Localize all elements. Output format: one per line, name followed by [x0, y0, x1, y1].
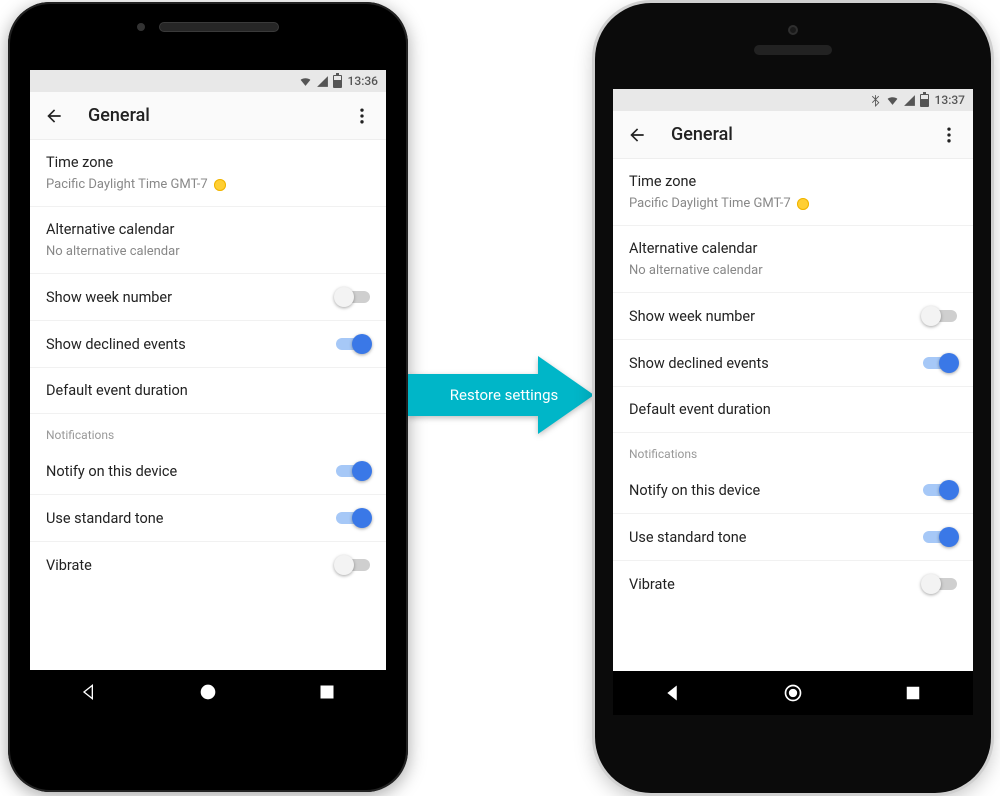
front-camera	[137, 23, 145, 31]
row-default-event-duration[interactable]: Default event duration	[30, 368, 386, 414]
bluetooth-icon	[869, 94, 882, 107]
row-altcal-value: No alternative calendar	[46, 244, 370, 259]
nav-home-icon[interactable]	[783, 683, 803, 703]
row-alternative-calendar[interactable]: Alternative calendar No alternative cale…	[613, 226, 973, 293]
nav-recent-icon[interactable]	[317, 682, 337, 702]
row-week-number-label: Show week number	[629, 308, 923, 325]
row-timezone[interactable]: Time zone Pacific Daylight Time GMT-7	[613, 159, 973, 226]
settings-list: Time zone Pacific Daylight Time GMT-7 Al…	[613, 159, 973, 607]
row-declined-label: Show declined events	[629, 355, 923, 372]
row-vibrate-label: Vibrate	[46, 557, 336, 574]
phone-right-screen: 13:37 General Time zone Pacific Daylight…	[613, 89, 973, 715]
front-camera	[788, 25, 798, 35]
row-notify-on-this-device[interactable]: Notify on this device	[30, 448, 386, 495]
row-timezone-label: Time zone	[629, 173, 957, 190]
row-show-declined-events[interactable]: Show declined events	[613, 340, 973, 387]
row-show-week-number[interactable]: Show week number	[613, 293, 973, 340]
wifi-icon	[886, 94, 899, 107]
row-use-standard-tone[interactable]: Use standard tone	[613, 514, 973, 561]
back-icon[interactable]	[44, 106, 64, 126]
toggle-notify-device[interactable]	[923, 481, 957, 499]
restore-settings-label: Restore settings	[444, 386, 558, 404]
toggle-declined-events[interactable]	[336, 335, 370, 353]
row-vibrate[interactable]: Vibrate	[613, 561, 973, 607]
row-timezone[interactable]: Time zone Pacific Daylight Time GMT-7	[30, 140, 386, 207]
row-timezone-label: Time zone	[46, 154, 370, 171]
row-standard-tone-label: Use standard tone	[629, 529, 923, 546]
toggle-vibrate[interactable]	[336, 556, 370, 574]
row-timezone-value: Pacific Daylight Time GMT-7	[629, 196, 957, 211]
toggle-vibrate[interactable]	[923, 575, 957, 593]
nav-recent-icon[interactable]	[903, 683, 923, 703]
status-bar: 13:37	[613, 89, 973, 111]
row-altcal-label: Alternative calendar	[46, 221, 370, 238]
android-nav-bar	[613, 671, 973, 715]
phone-left-hardware	[137, 22, 279, 32]
toggle-notify-device[interactable]	[336, 462, 370, 480]
cell-signal-icon	[903, 94, 916, 107]
android-nav-bar	[30, 670, 386, 714]
nav-back-icon[interactable]	[79, 682, 99, 702]
sun-icon	[797, 198, 809, 210]
battery-icon	[333, 75, 342, 88]
status-clock: 13:37	[935, 93, 965, 107]
app-bar: General	[613, 111, 973, 159]
row-use-standard-tone[interactable]: Use standard tone	[30, 495, 386, 542]
nav-home-icon[interactable]	[198, 682, 218, 702]
app-bar: General	[30, 92, 386, 140]
row-declined-label: Show declined events	[46, 336, 336, 353]
back-icon[interactable]	[627, 125, 647, 145]
row-vibrate-label: Vibrate	[629, 576, 923, 593]
row-default-event-duration[interactable]: Default event duration	[613, 387, 973, 433]
toggle-week-number[interactable]	[923, 307, 957, 325]
row-alternative-calendar[interactable]: Alternative calendar No alternative cale…	[30, 207, 386, 274]
row-default-duration-label: Default event duration	[46, 382, 370, 399]
overflow-menu-icon[interactable]	[939, 125, 959, 145]
nav-back-icon[interactable]	[663, 683, 683, 703]
toggle-week-number[interactable]	[336, 288, 370, 306]
row-show-week-number[interactable]: Show week number	[30, 274, 386, 321]
row-altcal-label: Alternative calendar	[629, 240, 957, 257]
row-default-duration-label: Default event duration	[629, 401, 957, 418]
row-notify-device-label: Notify on this device	[46, 463, 336, 480]
section-header-notifications: Notifications	[613, 433, 973, 467]
section-header-notifications: Notifications	[30, 414, 386, 448]
row-notify-on-this-device[interactable]: Notify on this device	[613, 467, 973, 514]
toggle-declined-events[interactable]	[923, 354, 957, 372]
cell-signal-icon	[316, 75, 329, 88]
row-standard-tone-label: Use standard tone	[46, 510, 336, 527]
row-notify-device-label: Notify on this device	[629, 482, 923, 499]
status-bar: 13:36	[30, 70, 386, 92]
overflow-menu-icon[interactable]	[352, 106, 372, 126]
row-timezone-value: Pacific Daylight Time GMT-7	[46, 177, 370, 192]
row-vibrate[interactable]: Vibrate	[30, 542, 386, 588]
row-altcal-value: No alternative calendar	[629, 263, 957, 278]
wifi-icon	[299, 75, 312, 88]
page-title: General	[671, 124, 915, 145]
sun-icon	[214, 179, 226, 191]
earpiece-speaker	[754, 45, 832, 55]
toggle-standard-tone[interactable]	[336, 509, 370, 527]
settings-list: Time zone Pacific Daylight Time GMT-7 Al…	[30, 140, 386, 588]
status-clock: 13:36	[348, 74, 378, 88]
page-title: General	[88, 105, 328, 126]
restore-settings-arrow: Restore settings	[408, 356, 594, 434]
row-week-number-label: Show week number	[46, 289, 336, 306]
phone-right-frame: 13:37 General Time zone Pacific Daylight…	[595, 3, 991, 793]
toggle-standard-tone[interactable]	[923, 528, 957, 546]
phone-left-frame: 13:36 General Time zone Pacific Daylight…	[8, 2, 408, 792]
phone-right-hardware	[754, 25, 832, 55]
row-show-declined-events[interactable]: Show declined events	[30, 321, 386, 368]
phone-left-screen: 13:36 General Time zone Pacific Daylight…	[30, 70, 386, 714]
earpiece-speaker	[159, 22, 279, 32]
battery-icon	[920, 94, 929, 107]
